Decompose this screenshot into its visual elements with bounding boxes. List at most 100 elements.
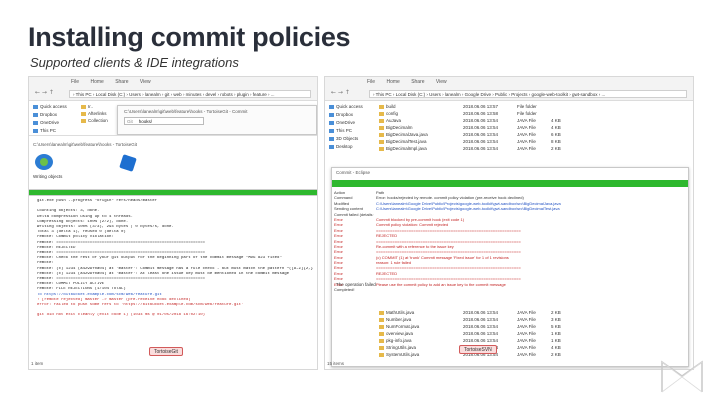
file-date: 2018.06.06 13:58: [463, 111, 499, 116]
menu-home[interactable]: Home: [90, 79, 103, 85]
company-logo-icon: [661, 360, 703, 393]
folder-icon: [81, 104, 86, 109]
table-row[interactable]: build 2018.06.06 13:57 File folder: [379, 103, 691, 110]
nav-arrows-icon[interactable]: ← → ↑: [331, 89, 350, 96]
file-type: JAVA File: [517, 352, 536, 357]
file-size: 4 KB: [551, 125, 561, 130]
file-type: File folder: [517, 111, 537, 116]
log-row: Completed!: [334, 287, 686, 292]
menu-home[interactable]: Home: [386, 79, 399, 85]
file-type: JAVA File: [517, 317, 536, 322]
table-row[interactable]: overview.java 2018.06.06 13:54 JAVA File 1 …: [379, 330, 679, 337]
navigation-pane: Quick access Dropbox OneDrive This PC 3D Obj…: [325, 101, 373, 161]
nav-item[interactable]: Quick access: [329, 104, 363, 109]
status-bar-text: 1 item: [31, 361, 44, 366]
file-icon: [379, 139, 384, 144]
nav-item[interactable]: This PC: [329, 128, 352, 133]
data-transfer-icon: [119, 154, 137, 172]
file-name: pkg-info.java: [379, 337, 459, 344]
file-size: 3 KB: [551, 317, 561, 322]
file-date: 2018.06.06 13:54: [463, 118, 499, 123]
table-row[interactable]: StringUtils.java2018.06.06 13:54JAVA Fil…: [379, 344, 679, 351]
table-row[interactable]: BigDecimalTest.java 2018.06.06 13:54 JAVA …: [379, 138, 691, 145]
nav-item-onedrive[interactable]: OneDrive: [33, 120, 59, 125]
file-type: JAVA File: [517, 125, 536, 130]
nav-item[interactable]: OneDrive: [329, 120, 355, 125]
commit-progress-bar: [332, 180, 688, 187]
menu-file[interactable]: File: [71, 79, 79, 85]
desktop-icon: [329, 144, 334, 149]
file-date: 2018.06.06 13:54: [463, 146, 499, 151]
menu-file[interactable]: File: [367, 79, 375, 85]
file-type: JAVA File: [517, 146, 536, 151]
nav-item-quick-access[interactable]: Quick access: [33, 104, 67, 109]
menu-view[interactable]: View: [140, 79, 151, 85]
nav-item-dropbox[interactable]: Dropbox: [33, 112, 57, 117]
table-row[interactable]: AuJava 2018.06.06 13:54 JAVA File 4 KB: [379, 117, 691, 124]
file-row[interactable]: Collection: [81, 117, 121, 124]
dropbox-icon: [33, 112, 38, 117]
commit-log-grid: Action Path Command Error: hooks/rejected b…: [334, 190, 686, 292]
table-row[interactable]: BigDecimalImpl.java 2018.06.06 13:54 JAVA …: [379, 145, 691, 152]
nav-item-this-pc[interactable]: This PC: [33, 128, 56, 133]
file-icon: [379, 111, 384, 116]
table-row[interactable]: SystemUtils.java 2018.06.06 13:54 JAVA Fil…: [379, 351, 679, 358]
file-icon: [379, 352, 384, 357]
file-date: 2018.06.06 13:54: [463, 324, 499, 329]
tortoisegit-icon: [35, 154, 53, 170]
star-icon: [33, 104, 38, 109]
slide-subtitle: Supported clients & IDE integrations: [30, 55, 239, 70]
file-name: AuJava: [379, 117, 459, 124]
table-row[interactable]: MathUtils.java 2018.06.06 13:54 JAVA File 2…: [379, 309, 679, 316]
nav-item[interactable]: 3D Objects: [329, 136, 358, 141]
address-bar[interactable]: › This PC › Local Disk (C:) › Users › la…: [369, 90, 687, 98]
tortoisesvn-screenshot: File Home Share View ← → ↑ › This PC › L…: [324, 76, 694, 370]
computer-icon: [329, 128, 334, 133]
file-type: JAVA File: [517, 338, 536, 343]
file-name: config: [379, 110, 459, 117]
commit-dialog: C:\Users\lanealm\git\web\feature\hooks -…: [117, 105, 317, 135]
table-row[interactable]: BigDecimalJava.java 2018.06.06 13:54 JAVA …: [379, 131, 691, 138]
file-type: JAVA File: [517, 331, 536, 336]
menu-share[interactable]: Share: [115, 79, 128, 85]
console-line: git did not exit cleanly (exit code 1) (…: [37, 313, 206, 318]
file-type: JAVA File: [517, 139, 536, 144]
file-icon: [379, 338, 384, 343]
menu-share[interactable]: Share: [411, 79, 424, 85]
cube-icon: [329, 136, 334, 141]
file-name: MathUtils.java: [379, 309, 459, 316]
nav-item[interactable]: Desktop: [329, 144, 353, 149]
nav-arrows-icon[interactable]: ← → ↑: [35, 89, 54, 96]
file-name: overview.java: [379, 330, 459, 337]
nav-item[interactable]: Dropbox: [329, 112, 353, 117]
file-date: 2018.06.06 13:54: [463, 317, 499, 322]
file-name: BigDecimalJava.java: [379, 131, 459, 138]
table-row[interactable]: BigDecimalm 2018.06.06 13:54 JAVA File 4 KB: [379, 124, 691, 131]
menu-view[interactable]: View: [436, 79, 447, 85]
file-name: SystemUtils.java: [379, 351, 459, 358]
file-size: 6 KB: [551, 132, 561, 137]
file-table-lower: MathUtils.java 2018.06.06 13:54 JAVA File 2…: [379, 309, 679, 358]
computer-icon: [33, 128, 38, 133]
file-icon: [379, 132, 384, 137]
explorer-menu: File Home Share View: [71, 79, 161, 85]
file-icon: [379, 146, 384, 151]
explorer-menu: File Home Share View: [367, 79, 457, 85]
table-row[interactable]: pkg-info.java 2018.06.06 13:54 JAVA File 1 …: [379, 337, 679, 344]
file-row[interactable]: Ir..: [81, 103, 121, 110]
table-row[interactable]: Number.java 2018.06.06 13:54 JAVA File 3 KB: [379, 316, 679, 323]
commit-path-field[interactable]: Git hooks/: [124, 117, 204, 125]
file-icon: [379, 345, 384, 350]
file-row[interactable]: Afterlinks: [81, 110, 121, 117]
table-row[interactable]: config 2018.06.06 13:58 File folder: [379, 110, 691, 117]
address-bar[interactable]: › This PC › Local Disk (C:) › Users › la…: [69, 90, 311, 98]
table-row[interactable]: NumFormat.java 2018.06.06 13:54 JAVA File 5…: [379, 323, 679, 330]
file-size: 1 KB: [551, 338, 561, 343]
file-icon: [379, 118, 384, 123]
file-name: StringUtils.java: [379, 344, 459, 351]
slide-title: Installing commit policies: [28, 22, 351, 52]
file-size: 8 KB: [551, 139, 561, 144]
file-icon: [379, 310, 384, 315]
folder-icon: [81, 118, 86, 123]
file-size: 2 KB: [551, 146, 561, 151]
